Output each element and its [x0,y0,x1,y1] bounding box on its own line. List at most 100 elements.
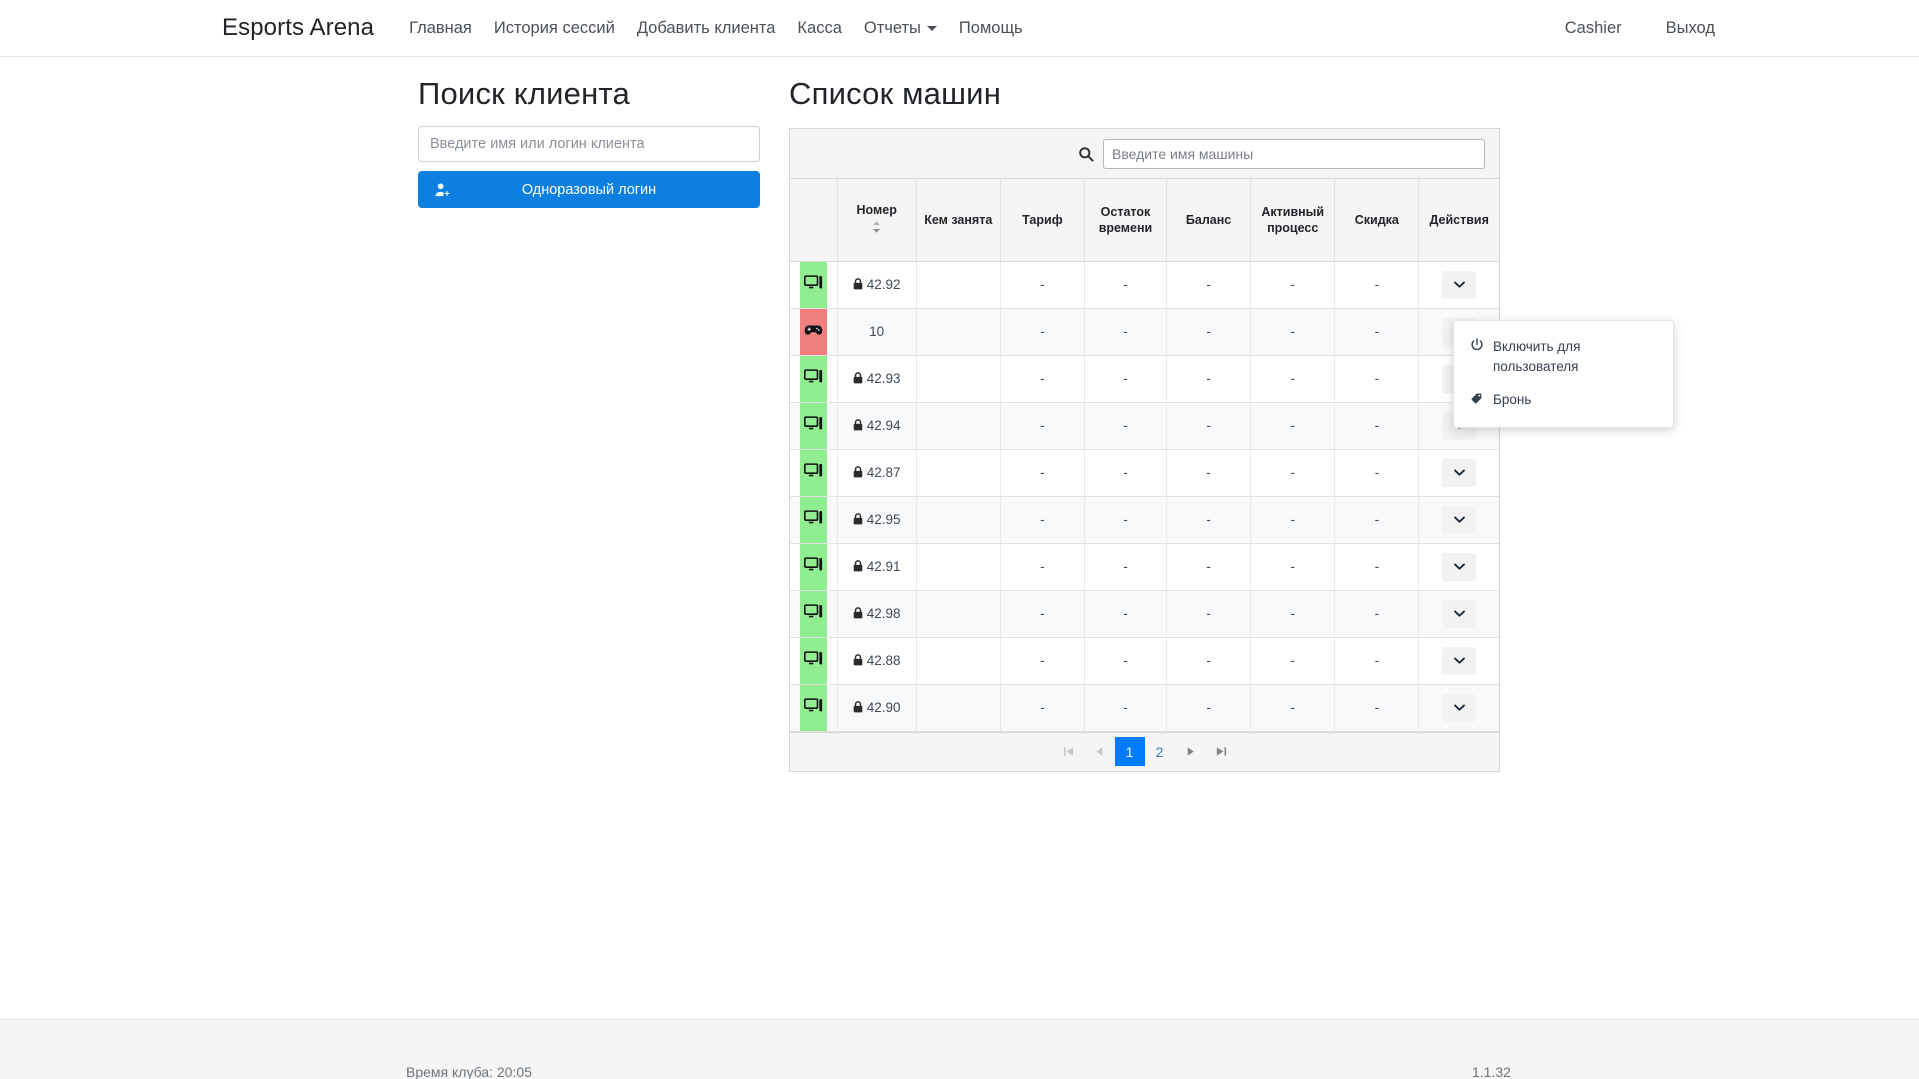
cell-occupied-by [916,261,1001,309]
lock-icon [853,513,863,528]
machines-table-body: 42.92- - - - -10- - - - -42.93- - - - -42.94- - - - -42.… [790,261,1499,732]
col-tariff[interactable]: Тариф [1000,179,1085,262]
cell-occupied-by [916,543,1001,591]
machine-search-group [1077,138,1485,169]
cell-active-process: - [1250,355,1336,403]
row-actions-toggle[interactable] [1442,646,1477,675]
table-row[interactable]: 42.92- - - - - [790,261,1499,309]
status-indicator [800,637,827,684]
menu-item-reserve[interactable]: Бронь [1454,383,1673,418]
row-actions-toggle[interactable] [1442,505,1477,534]
cell-status [790,355,838,403]
cell-active-process: - [1250,684,1336,732]
cell-status [790,590,838,638]
monitor-icon [803,275,823,295]
nav-add-client[interactable]: Добавить клиента [626,19,787,38]
pagination: 1 2 [790,731,1499,771]
cell-active-process: - [1250,543,1336,591]
machines-card: Номер Кем занята Тариф Остато [789,128,1500,772]
cell-active-process: - [1250,308,1336,356]
cell-balance: - [1166,684,1252,732]
machine-number: 42.94 [866,418,901,434]
row-actions-toggle[interactable] [1442,552,1477,581]
nav-cashbox[interactable]: Касса [786,19,852,38]
table-row[interactable]: 42.95- - - - - [790,496,1499,544]
cell-active-process: - [1250,449,1336,497]
menu-item-reserve-label: Бронь [1493,392,1532,408]
search-icon[interactable] [1077,145,1095,163]
row-actions-toggle[interactable] [1442,693,1477,722]
cell-occupied-by [916,308,1001,356]
cell-balance: - [1166,590,1252,638]
cell-tariff: - [1000,261,1085,309]
cell-discount: - [1334,684,1420,732]
table-row[interactable]: 42.94- - - - - [790,402,1499,450]
monitor-icon [803,698,823,718]
nav-session-history[interactable]: История сессий [483,19,626,38]
monitor-icon [803,416,823,436]
pagination-page-2[interactable]: 2 [1145,737,1175,766]
table-row[interactable]: 42.90- - - - - [790,684,1499,732]
pagination-prev[interactable] [1084,737,1115,766]
logout-link[interactable]: Выход [1644,19,1737,38]
cell-actions [1418,261,1499,309]
col-number[interactable]: Номер [837,179,917,262]
cell-number: 42.88 [837,637,917,685]
cell-number: 42.90 [837,684,917,732]
chevron-down-icon [926,25,937,31]
cell-discount: - [1334,308,1420,356]
cell-number: 10 [837,308,917,356]
monitor-icon [803,651,823,671]
client-search-panel: Поиск клиента Одноразовый логин [418,75,760,209]
cell-tariff: - [1000,355,1085,403]
cell-active-process: - [1250,637,1336,685]
pagination-page-1[interactable]: 1 [1114,737,1145,767]
col-time-left[interactable]: Остаток времени [1084,179,1168,262]
cell-number: 42.94 [837,402,917,450]
client-search-input[interactable] [418,126,760,163]
cell-active-process: - [1250,590,1336,638]
status-indicator [800,590,827,637]
cell-tariff: - [1000,308,1085,356]
cell-actions [1418,684,1499,732]
cell-balance: - [1166,308,1252,356]
row-actions-toggle[interactable] [1442,270,1477,299]
col-active-process[interactable]: Активный процесс [1250,179,1336,262]
nav-home[interactable]: Главная [398,19,483,38]
cell-time-left: - [1084,449,1168,497]
table-row[interactable]: 10- - - - - [790,308,1499,356]
user-menu[interactable]: Cashier [1543,19,1644,38]
table-row[interactable]: 42.93- - - - - [790,355,1499,403]
cell-status [790,543,838,591]
menu-item-enable-for-user[interactable]: Включить для пользователя [1454,330,1673,383]
brand-logo[interactable]: Esports Arena [222,14,374,42]
row-actions-toggle[interactable] [1442,458,1477,487]
cell-status [790,496,838,544]
col-discount[interactable]: Скидка [1334,179,1420,262]
table-row[interactable]: 42.98- - - - - [790,590,1499,638]
col-number-label: Номер [856,202,897,217]
machine-number: 42.87 [866,465,901,481]
monitor-icon [803,510,823,530]
nav-help[interactable]: Помощь [948,19,1034,38]
table-row[interactable]: 42.88- - - - - [790,637,1499,685]
pagination-next[interactable] [1175,737,1206,766]
machine-number: 42.95 [866,512,901,528]
cell-discount: - [1334,590,1420,638]
nav-reports[interactable]: Отчеты [853,19,948,38]
machine-search-input[interactable] [1103,138,1485,169]
col-balance[interactable]: Баланс [1166,179,1252,262]
cell-tariff: - [1000,590,1085,638]
row-actions-toggle[interactable] [1442,599,1477,628]
table-header-row: Номер Кем занята Тариф Остаток времени Б… [790,179,1499,262]
pagination-first[interactable] [1053,737,1084,766]
cell-time-left: - [1084,261,1168,309]
col-occupied-by[interactable]: Кем занята [916,179,1001,262]
pagination-last[interactable] [1206,737,1237,766]
cell-status [790,402,838,450]
user-plus-icon [435,182,450,197]
one-time-login-button[interactable]: Одноразовый логин [418,171,760,209]
table-row[interactable]: 42.91- - - - - [790,543,1499,591]
cell-active-process: - [1250,402,1336,450]
table-row[interactable]: 42.87- - - - - [790,449,1499,497]
